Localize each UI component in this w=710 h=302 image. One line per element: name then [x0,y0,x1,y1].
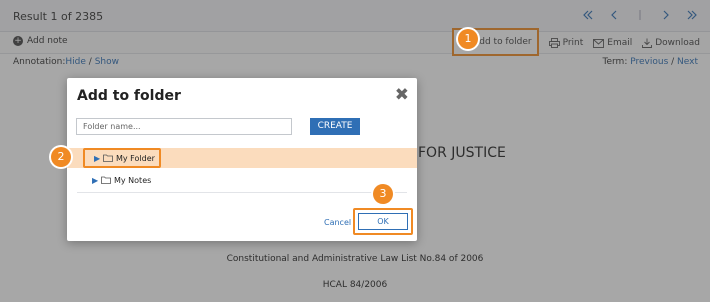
ok-highlight: OK [353,208,413,235]
create-folder-button[interactable]: CREATE [310,118,360,135]
folder-icon [103,154,113,162]
cancel-button[interactable]: Cancel [324,218,351,227]
expand-arrow-icon[interactable]: ▶ [94,154,100,163]
callout-badge-2: 2 [51,147,71,167]
expand-arrow-icon[interactable]: ▶ [92,176,98,185]
ok-button[interactable]: OK [358,213,408,230]
callout-badge-1: 1 [458,29,478,49]
folder-name-input[interactable] [76,118,292,135]
folder-label: My Notes [114,175,152,185]
folder-icon [101,176,111,184]
folder-row-my-notes[interactable]: ▶ My Notes [67,170,417,190]
folder-label: My Folder [116,153,155,163]
callout-badge-3: 3 [373,184,393,204]
dialog-divider [77,192,407,193]
my-folder-highlight: ▶ My Folder [83,148,161,168]
folder-row-my-folder[interactable]: ▶ My Folder [67,148,417,168]
close-icon[interactable]: ✖ [395,85,409,105]
dialog-title: Add to folder [77,88,181,104]
add-to-folder-dialog: Add to folder ✖ CREATE ▶ My Folder ▶ My … [67,78,417,241]
